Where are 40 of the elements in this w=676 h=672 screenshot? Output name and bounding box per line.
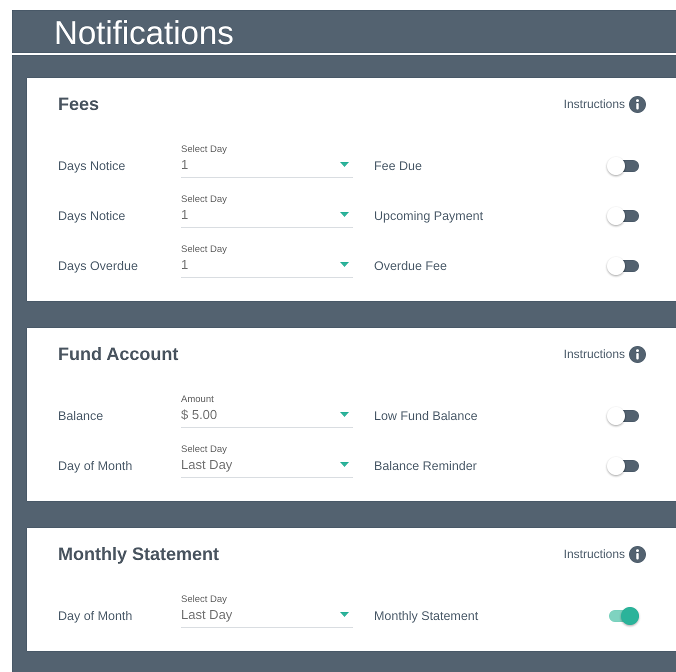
card-title: Fund Account — [58, 344, 178, 364]
caret-icon — [340, 262, 349, 267]
toggle-label: Balance Reminder — [374, 458, 478, 472]
toggle-switch[interactable] — [607, 256, 639, 274]
toggle-label: Upcoming Payment — [374, 208, 484, 222]
select-field[interactable]: Amount $ 5.00 — [181, 393, 353, 428]
toggle-switch[interactable] — [607, 156, 639, 174]
row-label: Days Notice — [58, 208, 126, 222]
toggle-switch[interactable] — [607, 206, 639, 224]
info-icon — [629, 96, 646, 112]
caret-icon — [340, 412, 349, 417]
select-field[interactable]: Select Day Last Day — [181, 443, 353, 478]
caret-icon — [340, 612, 349, 617]
toggle-switch[interactable] — [607, 406, 639, 424]
info-icon — [629, 346, 646, 362]
row-label: Days Overdue — [58, 258, 139, 272]
toggle-switch[interactable] — [607, 606, 639, 624]
row-label: Days Notice — [58, 158, 126, 172]
info-icon — [629, 546, 646, 562]
select-field[interactable]: Select Day 1 — [181, 243, 353, 278]
toggle-label: Low Fund Balance — [374, 408, 479, 422]
page-title: Notifications — [54, 13, 234, 53]
caret-icon — [340, 162, 349, 167]
row-label: Day of Month — [58, 458, 134, 472]
instructions-link[interactable]: Instructions — [564, 346, 646, 362]
card-title: Monthly Statement — [58, 544, 220, 564]
instructions-link[interactable]: Instructions — [564, 96, 646, 112]
caret-icon — [340, 462, 349, 467]
instructions-link[interactable]: Instructions — [564, 546, 646, 562]
toggle-label: Fee Due — [374, 158, 423, 172]
toggle-switch[interactable] — [607, 456, 639, 474]
toggle-label: Overdue Fee — [374, 258, 448, 272]
caret-icon — [340, 212, 349, 217]
select-field[interactable]: Select Day Last Day — [181, 593, 353, 628]
select-field[interactable]: Select Day 1 — [181, 143, 353, 178]
select-field[interactable]: Select Day 1 — [181, 193, 353, 228]
toggle-label: Monthly Statement — [374, 608, 480, 622]
row-label: Day of Month — [58, 608, 134, 622]
row-label: Balance — [58, 408, 104, 422]
card-title: Fees — [58, 94, 100, 114]
